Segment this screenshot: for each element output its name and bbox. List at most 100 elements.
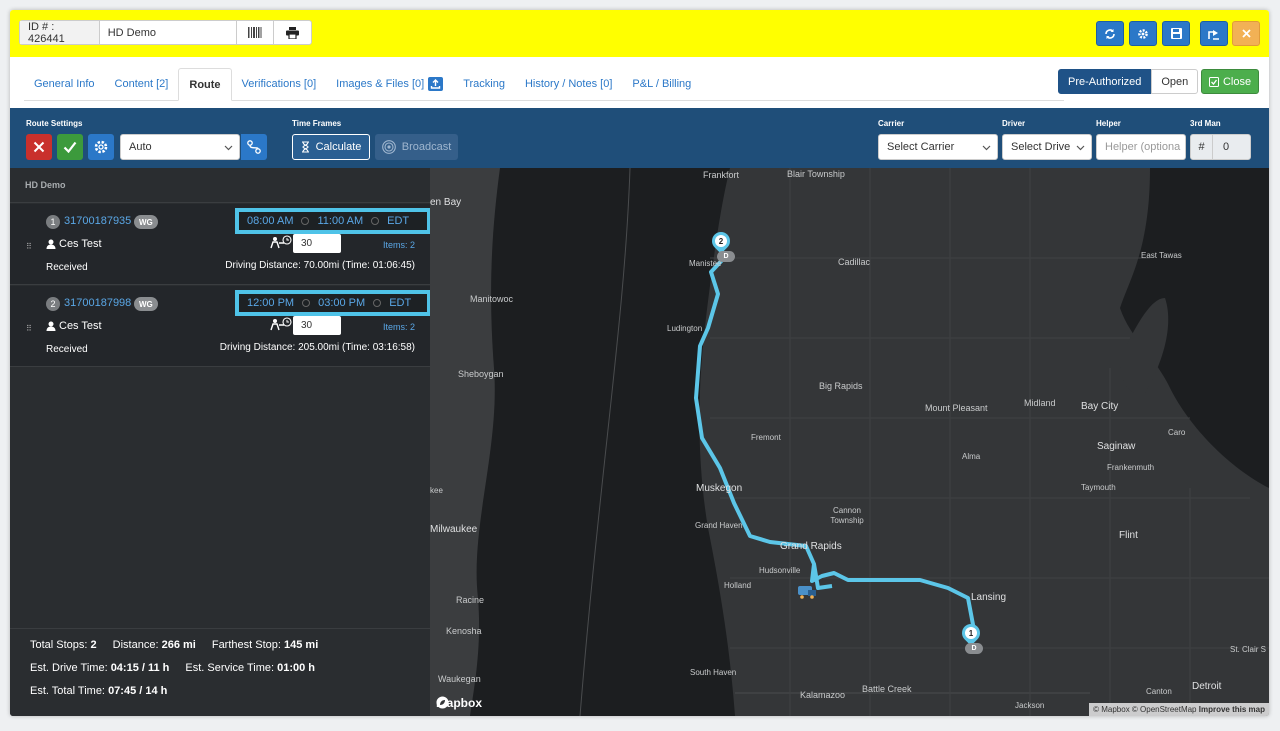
tab-general-info[interactable]: General Info xyxy=(24,68,105,100)
city-label: Kenosha xyxy=(446,626,482,636)
tab-label: Content [2] xyxy=(114,78,169,90)
refresh-button[interactable] xyxy=(1096,21,1124,46)
third-man-value: 0 xyxy=(1223,141,1230,153)
contact: Ces Test xyxy=(46,238,102,250)
end-time: 11:00 AM xyxy=(317,215,364,227)
est-total-time: Est. Total Time: 07:45 / 14 h xyxy=(30,685,168,697)
barcode-button[interactable] xyxy=(237,21,275,44)
share-button[interactable] xyxy=(1200,21,1228,46)
service-time-icon xyxy=(270,235,292,249)
route-settings-label: Route Settings xyxy=(26,119,83,128)
clock-icon xyxy=(301,217,310,225)
broadcast-label: Broadcast xyxy=(401,141,452,153)
attribution-text[interactable]: © Mapbox © OpenStreetMap xyxy=(1093,705,1196,714)
route-icon xyxy=(247,140,261,154)
tab-images-files[interactable]: Images & Files [0] xyxy=(326,68,453,100)
city-label: Manistee xyxy=(689,259,722,268)
city-label: Frankenmuth xyxy=(1107,463,1155,472)
mode-value: Auto xyxy=(129,141,152,153)
tab-history-notes[interactable]: History / Notes [0] xyxy=(515,68,622,100)
total-distance: Distance: 266 mi xyxy=(112,639,196,651)
tab-label: History / Notes [0] xyxy=(524,78,613,90)
carrier-select[interactable]: Select Carrier xyxy=(878,134,998,160)
mapbox-logo[interactable]: mapbox xyxy=(436,696,482,710)
close-order-button[interactable]: Close xyxy=(1201,69,1259,94)
route-map[interactable]: Frankfort Blair Township en Bay Manistee… xyxy=(430,168,1269,716)
stop-row[interactable]: 1 31700187935 WG 08:00 AM 11:00 AM EDT ⠿… xyxy=(10,204,431,285)
tab-content[interactable]: Content [2] xyxy=(105,68,179,100)
order-link[interactable]: 31700187935 xyxy=(64,215,131,227)
open-option[interactable]: Open xyxy=(1151,69,1199,94)
broadcast-button[interactable]: Broadcast xyxy=(375,134,458,160)
farthest-stop: Farthest Stop: 145 mi xyxy=(211,639,319,651)
driver-value: Select Drive xyxy=(1011,141,1071,153)
print-button[interactable] xyxy=(274,21,311,44)
order-name: HD Demo xyxy=(100,21,238,44)
timezone: EDT xyxy=(389,297,412,309)
truck-icon xyxy=(798,586,816,599)
driver-select[interactable]: Select Drive xyxy=(1002,134,1092,160)
check-square-icon xyxy=(1208,76,1219,87)
service-minutes-input[interactable]: 30 xyxy=(293,234,341,253)
calculate-button[interactable]: Calculate xyxy=(292,134,370,160)
items-link[interactable]: Items: 2 xyxy=(383,240,415,250)
city-label: Milwaukee xyxy=(430,524,478,535)
city-label: Mount Pleasant xyxy=(925,403,988,413)
third-man-input[interactable]: # 0 xyxy=(1190,134,1251,160)
tab-pl-billing[interactable]: P&L / Billing xyxy=(622,68,701,100)
service-time-icon xyxy=(270,317,292,331)
order-id-label: ID # : 426441 xyxy=(20,21,100,45)
accept-route-button[interactable] xyxy=(57,134,83,160)
tab-bar: General Info Content [2] Route Verificat… xyxy=(24,68,1064,101)
helper-input[interactable]: Helper (optiona xyxy=(1096,134,1186,160)
city-label: South Haven xyxy=(690,668,737,677)
settings-button[interactable] xyxy=(1129,21,1157,46)
close-icon xyxy=(1241,29,1251,38)
gear-icon xyxy=(94,140,108,154)
optimization-mode-select[interactable]: Auto xyxy=(120,134,240,160)
time-frame-field[interactable]: 12:00 PM 03:00 PM EDT xyxy=(235,290,431,316)
reject-route-button[interactable] xyxy=(26,134,52,160)
improve-map-link[interactable]: Improve this map xyxy=(1199,705,1265,714)
print-icon xyxy=(286,26,300,39)
broadcast-icon xyxy=(381,140,396,154)
route-settings-button[interactable] xyxy=(88,134,114,160)
dismiss-button[interactable] xyxy=(1232,21,1260,46)
stop-row[interactable]: 2 31700187998 WG 12:00 PM 03:00 PM EDT ⠿… xyxy=(10,286,431,367)
city-label: East Tawas xyxy=(1141,251,1182,260)
time-frame-field[interactable]: 08:00 AM 11:00 AM EDT xyxy=(235,208,431,234)
tab-route[interactable]: Route xyxy=(178,68,232,101)
tab-label: Verifications [0] xyxy=(241,78,317,90)
stop-status: Received xyxy=(46,262,88,273)
city-label: Taymouth xyxy=(1081,483,1116,492)
tab-tracking[interactable]: Tracking xyxy=(453,68,515,100)
drag-handle-icon[interactable]: ⠿ xyxy=(26,242,32,251)
optimize-route-button[interactable] xyxy=(241,134,267,160)
third-man-label: 3rd Man xyxy=(1190,119,1221,128)
items-link[interactable]: Items: 2 xyxy=(383,322,415,332)
driving-distance: Driving Distance: 70.00mi (Time: 01:06:4… xyxy=(225,260,415,271)
city-label: en Bay xyxy=(430,197,462,208)
service-minutes-input[interactable]: 30 xyxy=(293,316,341,335)
helper-label: Helper xyxy=(1096,119,1121,128)
tab-label: Tracking xyxy=(463,78,505,90)
hourglass-icon xyxy=(301,141,309,153)
map-attribution[interactable]: © Mapbox © OpenStreetMap Improve this ma… xyxy=(1089,703,1269,716)
upload-icon[interactable] xyxy=(428,77,444,91)
driving-distance: Driving Distance: 205.00mi (Time: 03:16:… xyxy=(219,342,415,353)
pre-authorized-option[interactable]: Pre-Authorized xyxy=(1058,69,1152,94)
delivery-badge: D xyxy=(717,251,735,262)
tab-verifications[interactable]: Verifications [0] xyxy=(232,68,327,100)
total-stops: Total Stops: 2 xyxy=(30,639,97,651)
city-label: Flint xyxy=(1119,530,1138,541)
gear-icon xyxy=(1138,28,1148,39)
order-link[interactable]: 31700187998 xyxy=(64,297,131,309)
city-label: Cadillac xyxy=(838,257,871,267)
contact-name: Ces Test xyxy=(59,238,102,250)
city-label: Midland xyxy=(1024,398,1056,408)
save-button[interactable] xyxy=(1162,21,1190,46)
city-label: Kalamazoo xyxy=(800,690,846,700)
drag-handle-icon[interactable]: ⠿ xyxy=(26,324,32,333)
city-label: Sheboygan xyxy=(458,369,504,379)
city-label: Caro xyxy=(1168,428,1186,437)
